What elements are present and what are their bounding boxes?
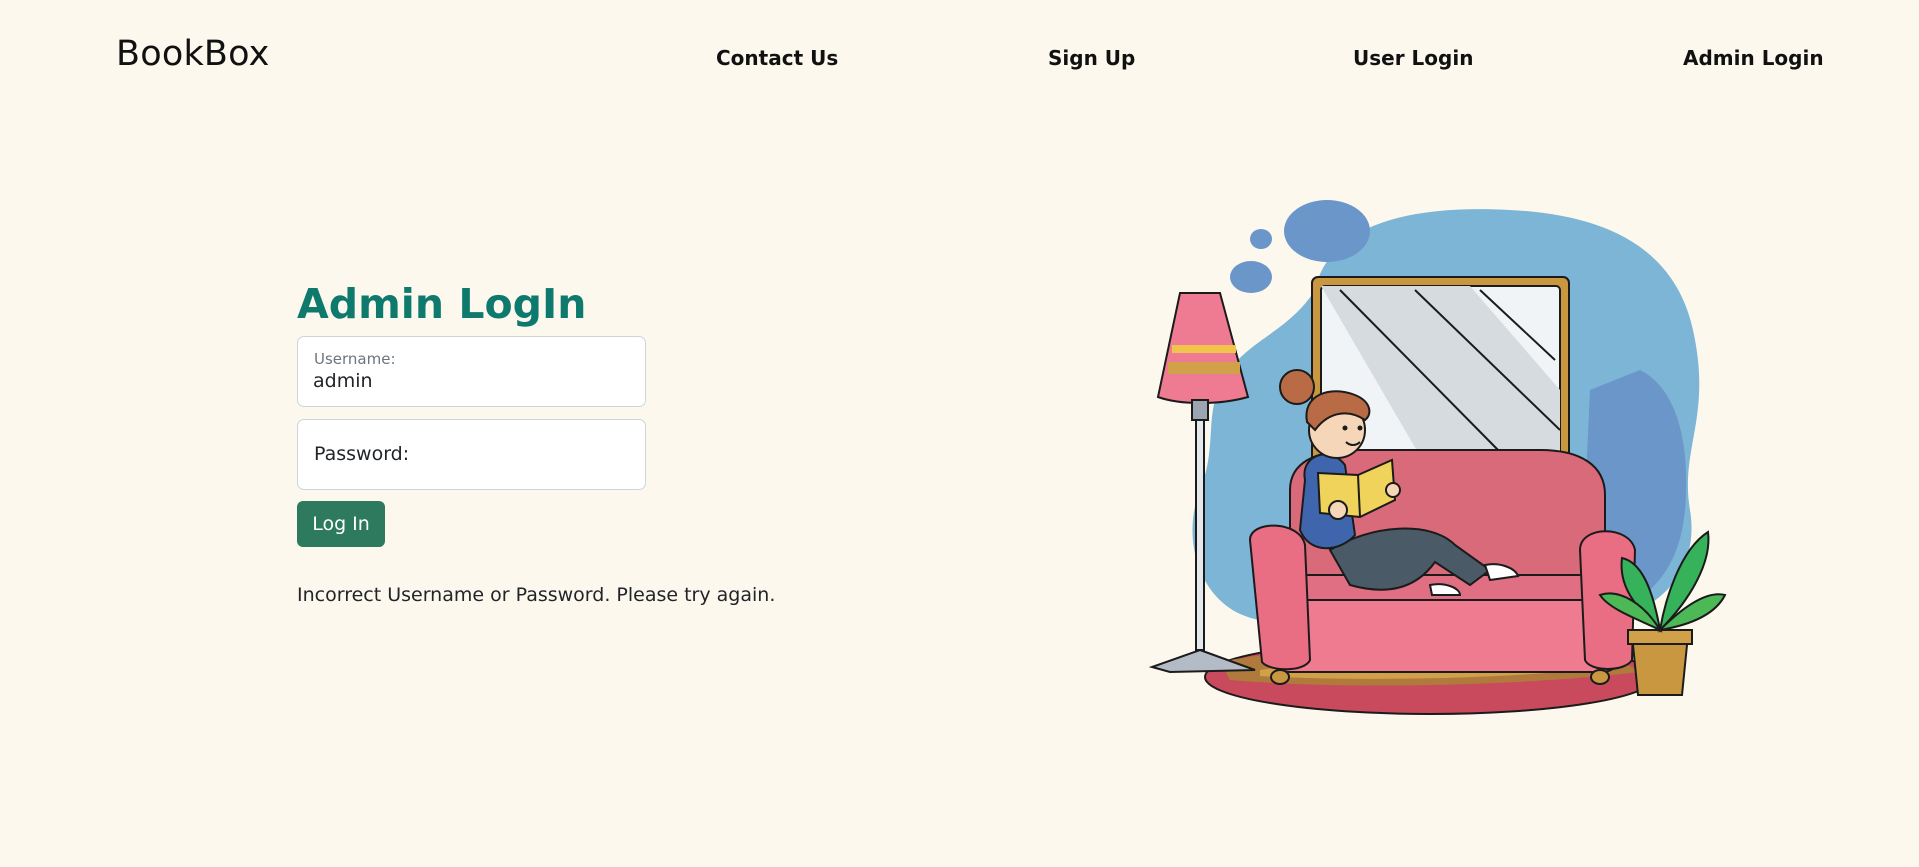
plant-pot-rim [1627,629,1693,645]
admin-login-page: BookBox Contact Us Sign Up User Login Ad… [0,0,1919,867]
lamp-pole [1195,419,1205,651]
person-hand [1328,500,1348,520]
lamp-neck [1191,399,1209,421]
person-eye [1342,425,1348,431]
sofa-arm-left [1248,524,1312,671]
nav-link-user-login[interactable]: User Login [1353,44,1473,72]
error-message: Incorrect Username or Password. Please t… [297,584,776,606]
reading-on-sofa-illustration [1148,200,1727,715]
lamp-shade-stripe [1172,345,1236,353]
bubble-medium [1230,261,1272,293]
bubble-large [1284,200,1370,262]
username-input[interactable] [313,370,633,392]
username-field[interactable]: Username: [297,336,646,407]
password-label: Password: [314,443,410,465]
nav-link-contact-us[interactable]: Contact Us [716,44,838,72]
person-hand [1385,482,1401,498]
password-field[interactable]: Password: [297,419,646,490]
nav-link-sign-up[interactable]: Sign Up [1048,44,1135,72]
sofa-leg [1270,669,1290,685]
brand-logo[interactable]: BookBox [116,30,270,78]
person-eye [1357,425,1363,431]
username-label: Username: [314,350,396,368]
nav-link-admin-login[interactable]: Admin Login [1683,44,1824,72]
lamp-shade-stripe [1168,362,1240,374]
login-button[interactable]: Log In [297,501,385,547]
bubble-small [1250,229,1272,249]
person-hair-bun [1279,369,1315,405]
sofa-leg [1590,669,1610,685]
navbar: BookBox Contact Us Sign Up User Login Ad… [0,0,1919,116]
page-title: Admin LogIn [297,280,587,328]
